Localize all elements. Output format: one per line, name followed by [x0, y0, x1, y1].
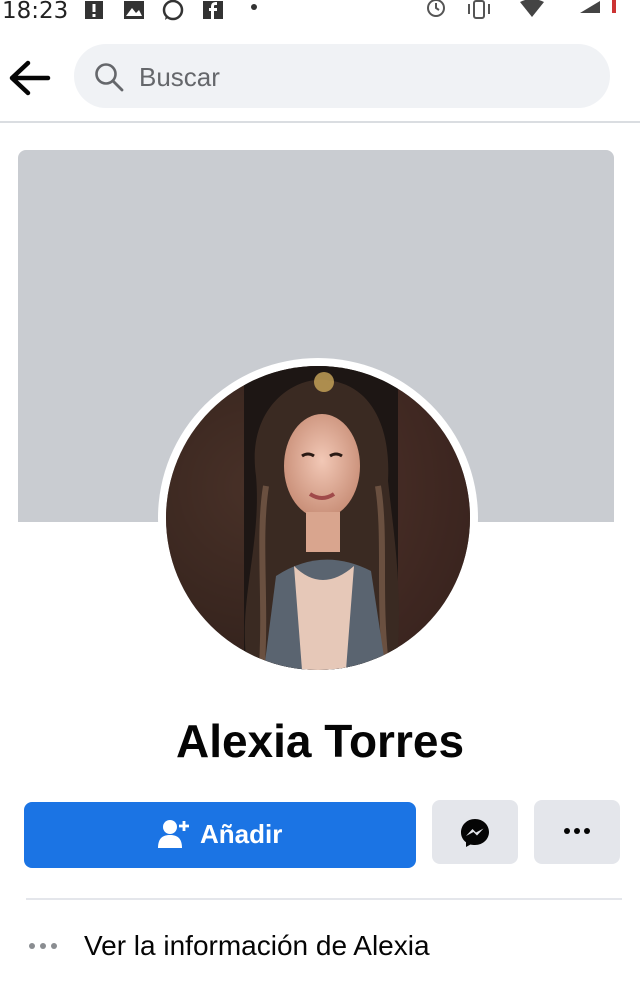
vibrate-icon: [468, 0, 490, 19]
header-divider: [0, 121, 640, 123]
profile-avatar[interactable]: [158, 358, 478, 678]
view-info-link[interactable]: Ver la información de Alexia: [20, 922, 620, 972]
search-icon: [95, 63, 124, 92]
search-input[interactable]: Buscar: [74, 44, 610, 108]
avatar-photo: [166, 366, 470, 670]
signal-icon: [580, 0, 616, 13]
wifi-icon: [520, 0, 544, 17]
more-dots-icon: [29, 943, 57, 949]
avatar-image: [166, 366, 470, 670]
status-bar: 18:23: [0, 0, 640, 26]
more-icon: [564, 828, 590, 834]
add-friend-label: Añadir: [200, 819, 283, 849]
section-divider: [26, 898, 622, 900]
status-time: 18:23: [2, 0, 69, 24]
more-options-button[interactable]: [534, 800, 620, 864]
search-placeholder: Buscar: [139, 62, 220, 92]
facebook-icon: [203, 1, 223, 19]
add-friend-icon: [158, 820, 189, 848]
back-button[interactable]: [8, 58, 54, 98]
alarm-icon: [427, 0, 445, 17]
image-icon: [124, 1, 144, 19]
arrow-left-icon: [9, 60, 51, 96]
alert-icon: [85, 1, 103, 19]
whatsapp-icon: [162, 0, 184, 21]
messenger-icon: [461, 819, 489, 847]
profile-name: Alexia Torres: [175, 715, 465, 767]
message-button[interactable]: [432, 800, 518, 864]
dot-icon: [251, 4, 257, 10]
add-friend-button[interactable]: Añadir: [24, 802, 416, 868]
view-info-label: Ver la información de Alexia: [84, 930, 430, 961]
